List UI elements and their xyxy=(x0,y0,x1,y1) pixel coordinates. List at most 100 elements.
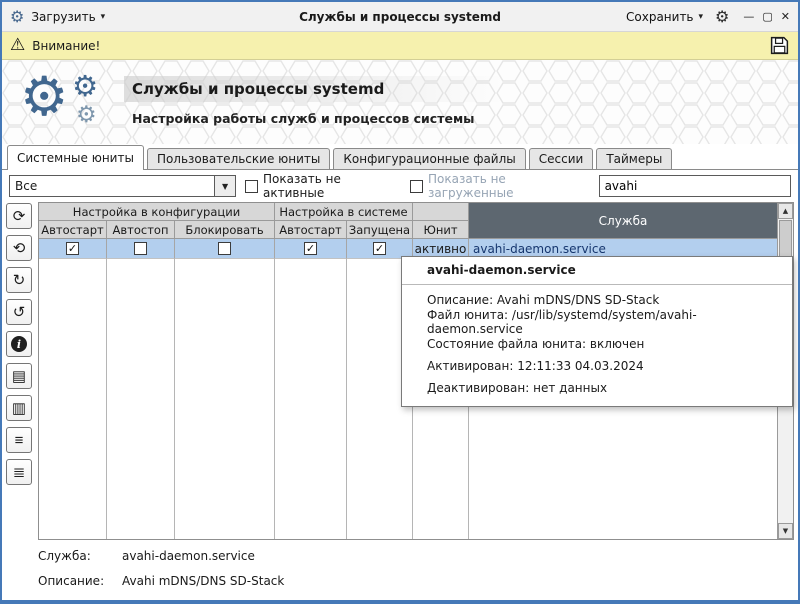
info-button[interactable]: i xyxy=(6,331,32,357)
search-input[interactable] xyxy=(599,175,791,197)
journal-button[interactable]: ≡ xyxy=(6,427,32,453)
tab-sessions[interactable]: Сессии xyxy=(529,148,594,169)
settings-gear-icon[interactable]: ⚙ xyxy=(715,9,729,25)
gear-icon: ⚙ xyxy=(20,70,68,124)
warning-label: Внимание! xyxy=(32,39,100,53)
load-menu-label: Загрузить xyxy=(31,10,95,24)
show-unloaded-label: Показать не загруженные xyxy=(428,172,590,200)
header-service: Служба xyxy=(469,203,777,239)
footer-service-label: Служба: xyxy=(38,549,122,563)
undo-icon: ↺ xyxy=(13,305,26,320)
footer-description-value: Avahi mDNS/DNS SD-Stack xyxy=(122,574,284,588)
chevron-down-icon: ▾ xyxy=(699,12,704,22)
chevron-down-icon: ▾ xyxy=(101,12,106,22)
undo-button[interactable]: ↺ xyxy=(6,299,32,325)
autostart-system-checkbox[interactable]: ✓ xyxy=(304,242,317,255)
tab-bar: Системные юниты Пользовательские юниты К… xyxy=(2,144,798,170)
table-row-cell-autostart-config: ✓ xyxy=(39,239,107,259)
tooltip-line-activated: Активирован: 12:11:33 04.03.2024 xyxy=(427,355,782,377)
refresh-icon: ⟳ xyxy=(13,209,26,224)
block-checkbox[interactable] xyxy=(218,242,231,255)
list-button[interactable]: ≣ xyxy=(6,459,32,485)
load-menu-button[interactable]: Загрузить ▾ xyxy=(31,10,105,24)
list-icon: ≣ xyxy=(13,465,26,480)
close-icon[interactable]: ✕ xyxy=(781,11,790,22)
window-controls: — ▢ ✕ xyxy=(743,11,790,22)
info-icon: i xyxy=(11,336,27,352)
gear-icon: ⚙ xyxy=(72,72,98,101)
units-table: Настройка в конфигурации Настройка в сис… xyxy=(38,202,794,540)
combobox-value: Все xyxy=(10,176,214,196)
header-blank xyxy=(413,203,469,221)
titlebar: ⚙ Загрузить ▾ Службы и процессы systemd … xyxy=(2,2,798,32)
service-name-link[interactable]: avahi-daemon.service xyxy=(473,242,606,256)
footer-service-value: avahi-daemon.service xyxy=(122,549,255,563)
scroll-down-icon[interactable]: ▼ xyxy=(778,523,793,539)
redo-button[interactable]: ↻ xyxy=(6,267,32,293)
scrollbar-thumb[interactable] xyxy=(779,220,792,258)
footer-description-label: Описание: xyxy=(38,574,122,588)
table-row-cell-autostart-system: ✓ xyxy=(275,239,347,259)
tab-user-units[interactable]: Пользовательские юниты xyxy=(147,148,330,169)
save-menu-button[interactable]: Сохранить ▾ xyxy=(626,10,703,24)
minimize-icon[interactable]: — xyxy=(743,11,754,22)
header-unit: Юнит xyxy=(413,221,469,239)
tooltip-line-deactivated: Деактивирован: нет данных xyxy=(427,377,782,399)
page-subtitle: Настройка работы служб и процессов систе… xyxy=(124,111,504,126)
show-unloaded-checkbox[interactable] xyxy=(410,180,423,193)
table-row-cell-block xyxy=(175,239,275,259)
autostop-checkbox[interactable] xyxy=(134,242,147,255)
tooltip-line-unit-file: Файл юнита: /usr/lib/systemd/system/avah… xyxy=(427,311,782,333)
main-area: ⟳ ⟲ ↻ ↺ i ▤ ▥ ≡ ≣ Настройка в конфигурац… xyxy=(2,202,798,540)
header-running: Запущена xyxy=(347,221,413,239)
warning-icon: ⚠ xyxy=(10,37,25,54)
tab-timers[interactable]: Таймеры xyxy=(596,148,672,169)
tooltip-body: Описание: Avahi mDNS/DNS SD-Stack Файл ю… xyxy=(402,285,792,406)
app-window: ⚙ Загрузить ▾ Службы и процессы systemd … xyxy=(0,0,800,604)
file-log-icon: ▥ xyxy=(12,401,26,416)
combobox-arrow-icon[interactable]: ▼ xyxy=(214,176,235,196)
side-toolbar: ⟳ ⟲ ↻ ↺ i ▤ ▥ ≡ ≣ xyxy=(6,202,38,540)
header-group-system: Настройка в системе xyxy=(275,203,413,221)
show-inactive-checkbox[interactable] xyxy=(245,180,258,193)
show-inactive-label: Показать не активные xyxy=(263,172,401,200)
redo-icon: ↻ xyxy=(13,273,26,288)
show-unloaded-checkbox-group: Показать не загруженные xyxy=(410,172,590,200)
scroll-up-icon[interactable]: ▲ xyxy=(778,203,793,219)
save-menu-label: Сохранить xyxy=(626,10,694,24)
refresh-button[interactable]: ⟳ xyxy=(6,203,32,229)
app-gear-icon: ⚙ xyxy=(10,9,24,25)
header-autostop: Автостоп xyxy=(107,221,175,239)
unit-tooltip: avahi-daemon.service Описание: Avahi mDN… xyxy=(401,256,793,407)
tooltip-line-file-state: Состояние файла юнита: включен xyxy=(427,333,782,355)
warning-bar: ⚠ Внимание! xyxy=(2,32,798,60)
header-autostart-config: Автостарт xyxy=(39,221,107,239)
services-gears-icon: ⚙ ⚙ ⚙ xyxy=(20,68,120,138)
status-footer: Служба: avahi-daemon.service Описание: A… xyxy=(2,540,798,600)
show-inactive-checkbox-group: Показать не активные xyxy=(245,172,401,200)
revert-button[interactable]: ⟲ xyxy=(6,235,32,261)
gear-icon: ⚙ xyxy=(76,104,97,127)
unit-log-button[interactable]: ▥ xyxy=(6,395,32,421)
table-filler xyxy=(275,259,347,539)
table-filler xyxy=(107,259,175,539)
page-title: Службы и процессы systemd xyxy=(124,76,504,102)
header-group-config: Настройка в конфигурации xyxy=(39,203,275,221)
unit-file-button[interactable]: ▤ xyxy=(6,363,32,389)
table-filler xyxy=(175,259,275,539)
tab-config-files[interactable]: Конфигурационные файлы xyxy=(333,148,525,169)
header-block: Блокировать xyxy=(175,221,275,239)
unit-type-combobox[interactable]: Все ▼ xyxy=(9,175,236,197)
autostart-config-checkbox[interactable]: ✓ xyxy=(66,242,79,255)
file-icon: ▤ xyxy=(12,369,26,384)
maximize-icon[interactable]: ▢ xyxy=(762,11,772,22)
journal-icon: ≡ xyxy=(15,433,24,448)
filter-row: Все ▼ Показать не активные Показать не з… xyxy=(2,170,798,202)
table-row-cell-autostop xyxy=(107,239,175,259)
revert-icon: ⟲ xyxy=(13,241,26,256)
header-autostart-system: Автостарт xyxy=(275,221,347,239)
table-filler xyxy=(39,259,107,539)
tab-system-units[interactable]: Системные юниты xyxy=(7,145,144,170)
save-file-icon[interactable] xyxy=(769,35,790,56)
running-checkbox[interactable]: ✓ xyxy=(373,242,386,255)
